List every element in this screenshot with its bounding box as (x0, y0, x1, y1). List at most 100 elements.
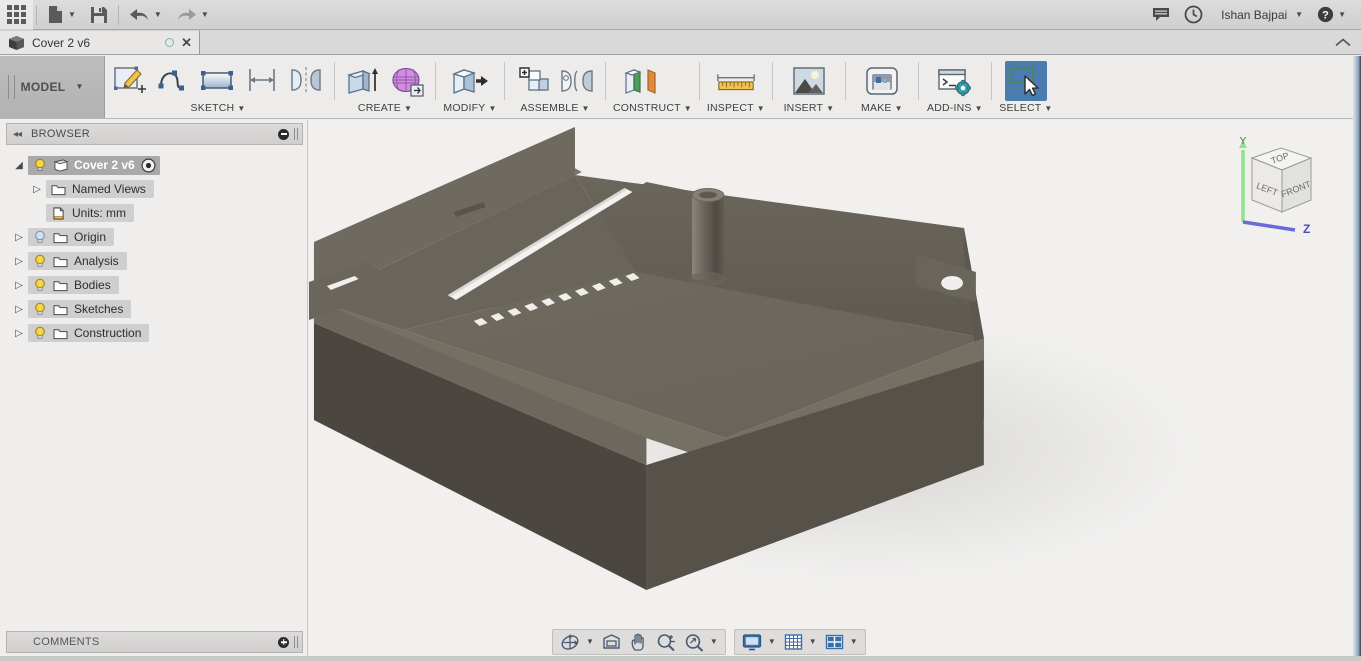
zoom-window-button[interactable]: ▼ (680, 631, 722, 653)
viewports-button[interactable]: ▼ (821, 631, 862, 653)
tree-item-pill[interactable]: Units: mm (46, 204, 134, 222)
orbit-button[interactable]: ▼ (556, 631, 598, 653)
tree-item-pill[interactable]: Cover 2 v6 (28, 155, 160, 175)
ribbon-group-label-inspect[interactable]: INSPECT ▼ (707, 102, 765, 118)
new-file-button[interactable]: ▼ (40, 0, 83, 30)
insert-image-button[interactable] (788, 61, 830, 101)
chevron-down-icon[interactable]: ▼ (586, 638, 594, 646)
chevron-down-icon[interactable]: ▼ (1338, 10, 1346, 19)
expand-twisty-icon[interactable]: ▷ (28, 184, 46, 195)
double-chevron-left-icon[interactable]: ◂◂ (13, 129, 22, 140)
model-render[interactable] (309, 120, 1353, 661)
tree-item-analysis[interactable]: ▷ Analysis (10, 249, 307, 273)
lightbulb-on-icon[interactable] (33, 326, 47, 340)
expand-twisty-icon[interactable]: ◢ (10, 160, 28, 171)
spline-button[interactable] (153, 61, 195, 101)
ribbon-group-label-insert[interactable]: INSERT ▼ (780, 102, 838, 118)
look-at-button[interactable] (598, 631, 625, 653)
ribbon-group-label-assemble[interactable]: ASSEMBLE ▼ (512, 102, 598, 118)
ribbon-group-label-addins[interactable]: ADD-INS ▼ (926, 102, 984, 118)
app-grid-button[interactable] (0, 0, 33, 30)
3d-viewport[interactable]: Y Z TOP LEFT FRONT (309, 120, 1353, 661)
tree-item-pill[interactable]: Analysis (28, 252, 127, 270)
select-button[interactable] (1004, 61, 1047, 101)
ribbon-group-label-select[interactable]: SELECT ▼ (999, 102, 1053, 118)
grip-icon[interactable] (294, 636, 298, 648)
chevron-down-icon[interactable]: ▼ (75, 83, 83, 91)
minus-circle-icon[interactable] (278, 128, 289, 140)
group-label-text: ADD-INS (927, 102, 972, 114)
create-form-button[interactable] (386, 61, 428, 101)
mirror-button[interactable] (285, 61, 327, 101)
new-component-button[interactable] (512, 61, 554, 101)
comments-button[interactable] (1145, 0, 1177, 30)
rectangle-button[interactable] (197, 61, 239, 101)
view-cube[interactable]: Y Z TOP LEFT FRONT (1219, 130, 1329, 240)
ribbon-group-label-construct[interactable]: CONSTRUCT ▼ (613, 102, 692, 118)
create-sketch-button[interactable] (109, 61, 151, 101)
chevron-down-icon[interactable]: ▼ (1295, 10, 1303, 19)
chevron-down-icon[interactable]: ▼ (68, 10, 76, 19)
ribbon-group-label-make[interactable]: MAKE ▼ (853, 102, 911, 118)
press-pull-icon (452, 69, 488, 94)
tree-item-sketches[interactable]: ▷ Sketches (10, 297, 307, 321)
close-icon[interactable]: ✕ (181, 36, 192, 49)
tree-item-pill[interactable]: Construction (28, 324, 150, 342)
offset-plane-button[interactable] (619, 61, 661, 101)
tree-item-units[interactable]: Units: mm (28, 201, 307, 225)
extrude-button[interactable] (342, 61, 384, 101)
document-tab[interactable]: Cover 2 v6 ✕ (0, 30, 200, 54)
ribbon-group-label-modify[interactable]: MODIFY ▼ (443, 102, 497, 118)
tree-item-origin[interactable]: ▷ Origin (10, 225, 307, 249)
chevron-down-icon[interactable]: ▼ (710, 638, 718, 646)
scripts-addins-button[interactable] (934, 61, 976, 101)
3d-print-button[interactable] (861, 61, 903, 101)
joint-button[interactable] (556, 61, 598, 101)
display-settings-button[interactable]: ▼ (738, 631, 780, 653)
save-button[interactable] (83, 0, 115, 30)
user-account-button[interactable]: Ishan Bajpai ▼ (1210, 0, 1310, 30)
press-pull-button[interactable] (449, 61, 491, 101)
lightbulb-on-icon[interactable] (33, 158, 47, 172)
grid-snaps-button[interactable]: ▼ (780, 631, 821, 653)
lightbulb-on-icon[interactable] (33, 278, 47, 292)
tree-item-pill[interactable]: Origin (28, 228, 115, 246)
workspace-switcher[interactable]: MODEL ▼ (0, 56, 105, 118)
tree-item-bodies[interactable]: ▷ Bodies (10, 273, 307, 297)
comments-panel-header[interactable]: COMMENTS (6, 631, 303, 653)
lightbulb-on-icon[interactable] (33, 254, 47, 268)
expand-twisty-icon[interactable]: ▷ (10, 328, 28, 339)
expand-twisty-icon[interactable]: ▷ (10, 256, 28, 267)
tree-item-root[interactable]: ◢ Cover 2 v6 (10, 153, 307, 177)
expand-twisty-icon[interactable]: ▷ (10, 232, 28, 243)
visibility-eye-icon[interactable] (141, 157, 156, 173)
history-button[interactable] (1177, 0, 1210, 30)
chevron-down-icon[interactable]: ▼ (850, 638, 858, 646)
tree-item-pill[interactable]: Sketches (28, 300, 132, 318)
undo-button[interactable]: ▼ (122, 0, 169, 30)
pan-button[interactable] (625, 631, 652, 653)
chevron-down-icon[interactable]: ▼ (154, 10, 162, 19)
tree-item-construction[interactable]: ▷ Construction (10, 321, 307, 345)
lightbulb-on-icon[interactable] (33, 302, 47, 316)
chevron-down-icon[interactable]: ▼ (201, 10, 209, 19)
ribbon-group-label-sketch[interactable]: SKETCH ▼ (109, 102, 327, 118)
measure-button[interactable] (715, 61, 757, 101)
ribbon-group-label-create[interactable]: CREATE ▼ (342, 102, 428, 118)
grip-icon[interactable] (294, 128, 298, 140)
chevron-down-icon[interactable]: ▼ (809, 638, 817, 646)
redo-button[interactable]: ▼ (169, 0, 216, 30)
plus-circle-icon[interactable] (278, 636, 289, 648)
view-cube-body[interactable]: TOP LEFT FRONT (1250, 147, 1313, 213)
lightbulb-off-icon[interactable] (33, 230, 47, 244)
tree-item-pill[interactable]: Bodies (28, 276, 119, 294)
dimension-button[interactable] (241, 61, 283, 101)
help-button[interactable]: ? ▼ (1310, 0, 1353, 30)
tree-item-named-views[interactable]: ▷ Named Views (28, 177, 307, 201)
zoom-button[interactable] (652, 631, 680, 653)
chevron-down-icon[interactable]: ▼ (768, 638, 776, 646)
expand-twisty-icon[interactable]: ▷ (10, 304, 28, 315)
expand-twisty-icon[interactable]: ▷ (10, 280, 28, 291)
tree-item-pill[interactable]: Named Views (46, 180, 154, 198)
collapse-ribbon-button[interactable] (1325, 30, 1361, 54)
